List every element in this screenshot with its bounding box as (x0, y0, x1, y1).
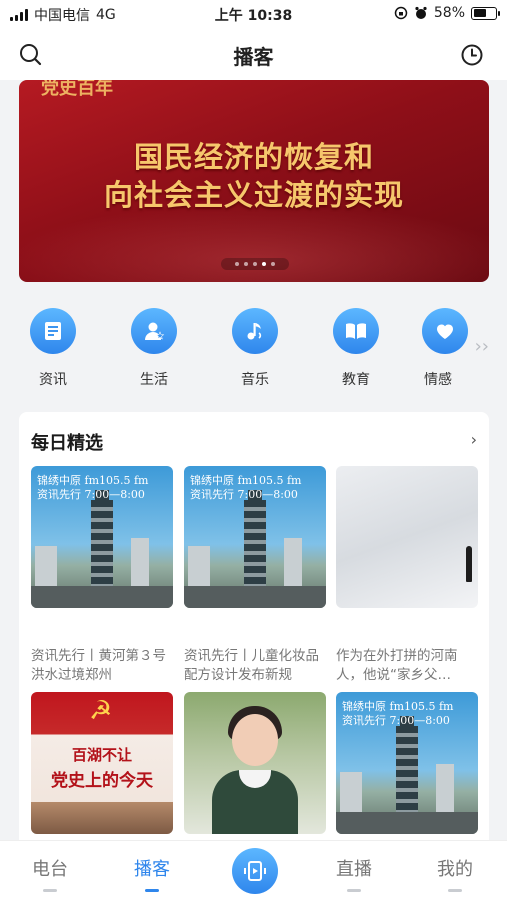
tab-radio[interactable]: 电台 (10, 855, 90, 892)
battery-icon (471, 6, 500, 20)
banner-pagination (221, 258, 289, 270)
category-row: 资讯 生活 音乐 教育 情感 ›› (0, 298, 507, 398)
category-label: 教育 (342, 372, 370, 388)
pagination-dot (253, 262, 257, 266)
episode-thumbnail[interactable]: 锦绣中原 fm105.5 fm 资讯先行 7:00—8:00 (336, 692, 478, 834)
episode-title[interactable]: 资讯先行丨儿童化妆品配方设计发布新规 (184, 647, 326, 685)
double-chevron-right-icon[interactable]: ›› (475, 336, 489, 357)
top-navbar: 播客 (0, 28, 507, 80)
book-icon (333, 308, 379, 354)
alarm-icon (415, 6, 427, 19)
person-silhouette (466, 546, 472, 582)
party-emblem-icon: ☭ (89, 696, 113, 726)
episode-thumbnail[interactable] (336, 466, 478, 608)
page-title: 播客 (233, 45, 274, 69)
thumb-caption: 锦绣中原 fm105.5 fm 资讯先行 7:00—8:00 (342, 700, 454, 727)
tab-podcast[interactable]: 播客 (112, 855, 192, 892)
thumb-text: 百湖不让 (71, 746, 132, 764)
pagination-dot (244, 262, 248, 266)
banner-headline-1: 国民经济的恢复和 (133, 140, 374, 174)
category-music[interactable]: 音乐 (220, 308, 290, 389)
news-icon (30, 308, 76, 354)
banner-logo: 党史百年 (41, 80, 113, 99)
play-center-icon[interactable] (232, 848, 278, 894)
chevron-right-icon[interactable]: › (471, 430, 477, 449)
category-education[interactable]: 教育 (321, 308, 391, 389)
episode-thumbnail[interactable] (184, 692, 326, 834)
tab-me[interactable]: 我的 (415, 855, 495, 892)
rotation-lock-icon (394, 6, 408, 20)
daily-picks-section: 每日精选 › 锦绣中原 fm105.5 fm 资讯先行 7:00—8:00 锦绣中… (19, 412, 489, 852)
episode-title[interactable]: 作为在外打拼的河南人，他说“家乡父… (336, 647, 478, 685)
episode-title[interactable]: 资讯先行丨黄河第３号洪水过境郑州 (31, 647, 173, 685)
thumb-caption: 锦绣中原 fm105.5 fm 资讯先行 7:00—8:00 (37, 474, 149, 501)
pagination-dot (235, 262, 239, 266)
music-note-icon (232, 308, 278, 354)
category-label: 音乐 (241, 372, 269, 388)
episode-thumbnail[interactable]: ☭ 百湖不让 党史上的今天 (31, 692, 173, 834)
category-news[interactable]: 资讯 (18, 308, 88, 389)
tab-live[interactable]: 直播 (314, 855, 394, 892)
person-star-icon (131, 308, 177, 354)
banner-headline-2: 向社会主义过渡的实现 (103, 178, 404, 212)
category-emotion[interactable]: 情感 (422, 308, 468, 389)
category-label: 资讯 (39, 372, 67, 388)
heart-chat-icon (422, 308, 468, 354)
hero-banner[interactable]: 党史百年 国民经济的恢复和 向社会主义过渡的实现 (19, 80, 489, 282)
episode-thumbnail[interactable]: 锦绣中原 fm105.5 fm 资讯先行 7:00—8:00 (184, 466, 326, 608)
history-clock-icon[interactable] (459, 42, 485, 68)
battery-percent: 58% (433, 5, 465, 21)
category-life[interactable]: 生活 (119, 308, 189, 389)
category-label: 生活 (140, 372, 168, 388)
pagination-dot (271, 262, 275, 266)
status-right: 58% (394, 5, 500, 21)
pagination-dot (262, 262, 266, 266)
category-label: 情感 (424, 372, 452, 388)
episode-thumbnail[interactable]: 锦绣中原 fm105.5 fm 资讯先行 7:00—8:00 (31, 466, 173, 608)
thumb-text: 党史上的今天 (51, 771, 153, 791)
section-title: 每日精选 (31, 433, 103, 454)
thumb-caption: 锦绣中原 fm105.5 fm 资讯先行 7:00—8:00 (190, 474, 302, 501)
status-bar: 中国电信 4G 上午 10:38 58% (0, 0, 507, 28)
